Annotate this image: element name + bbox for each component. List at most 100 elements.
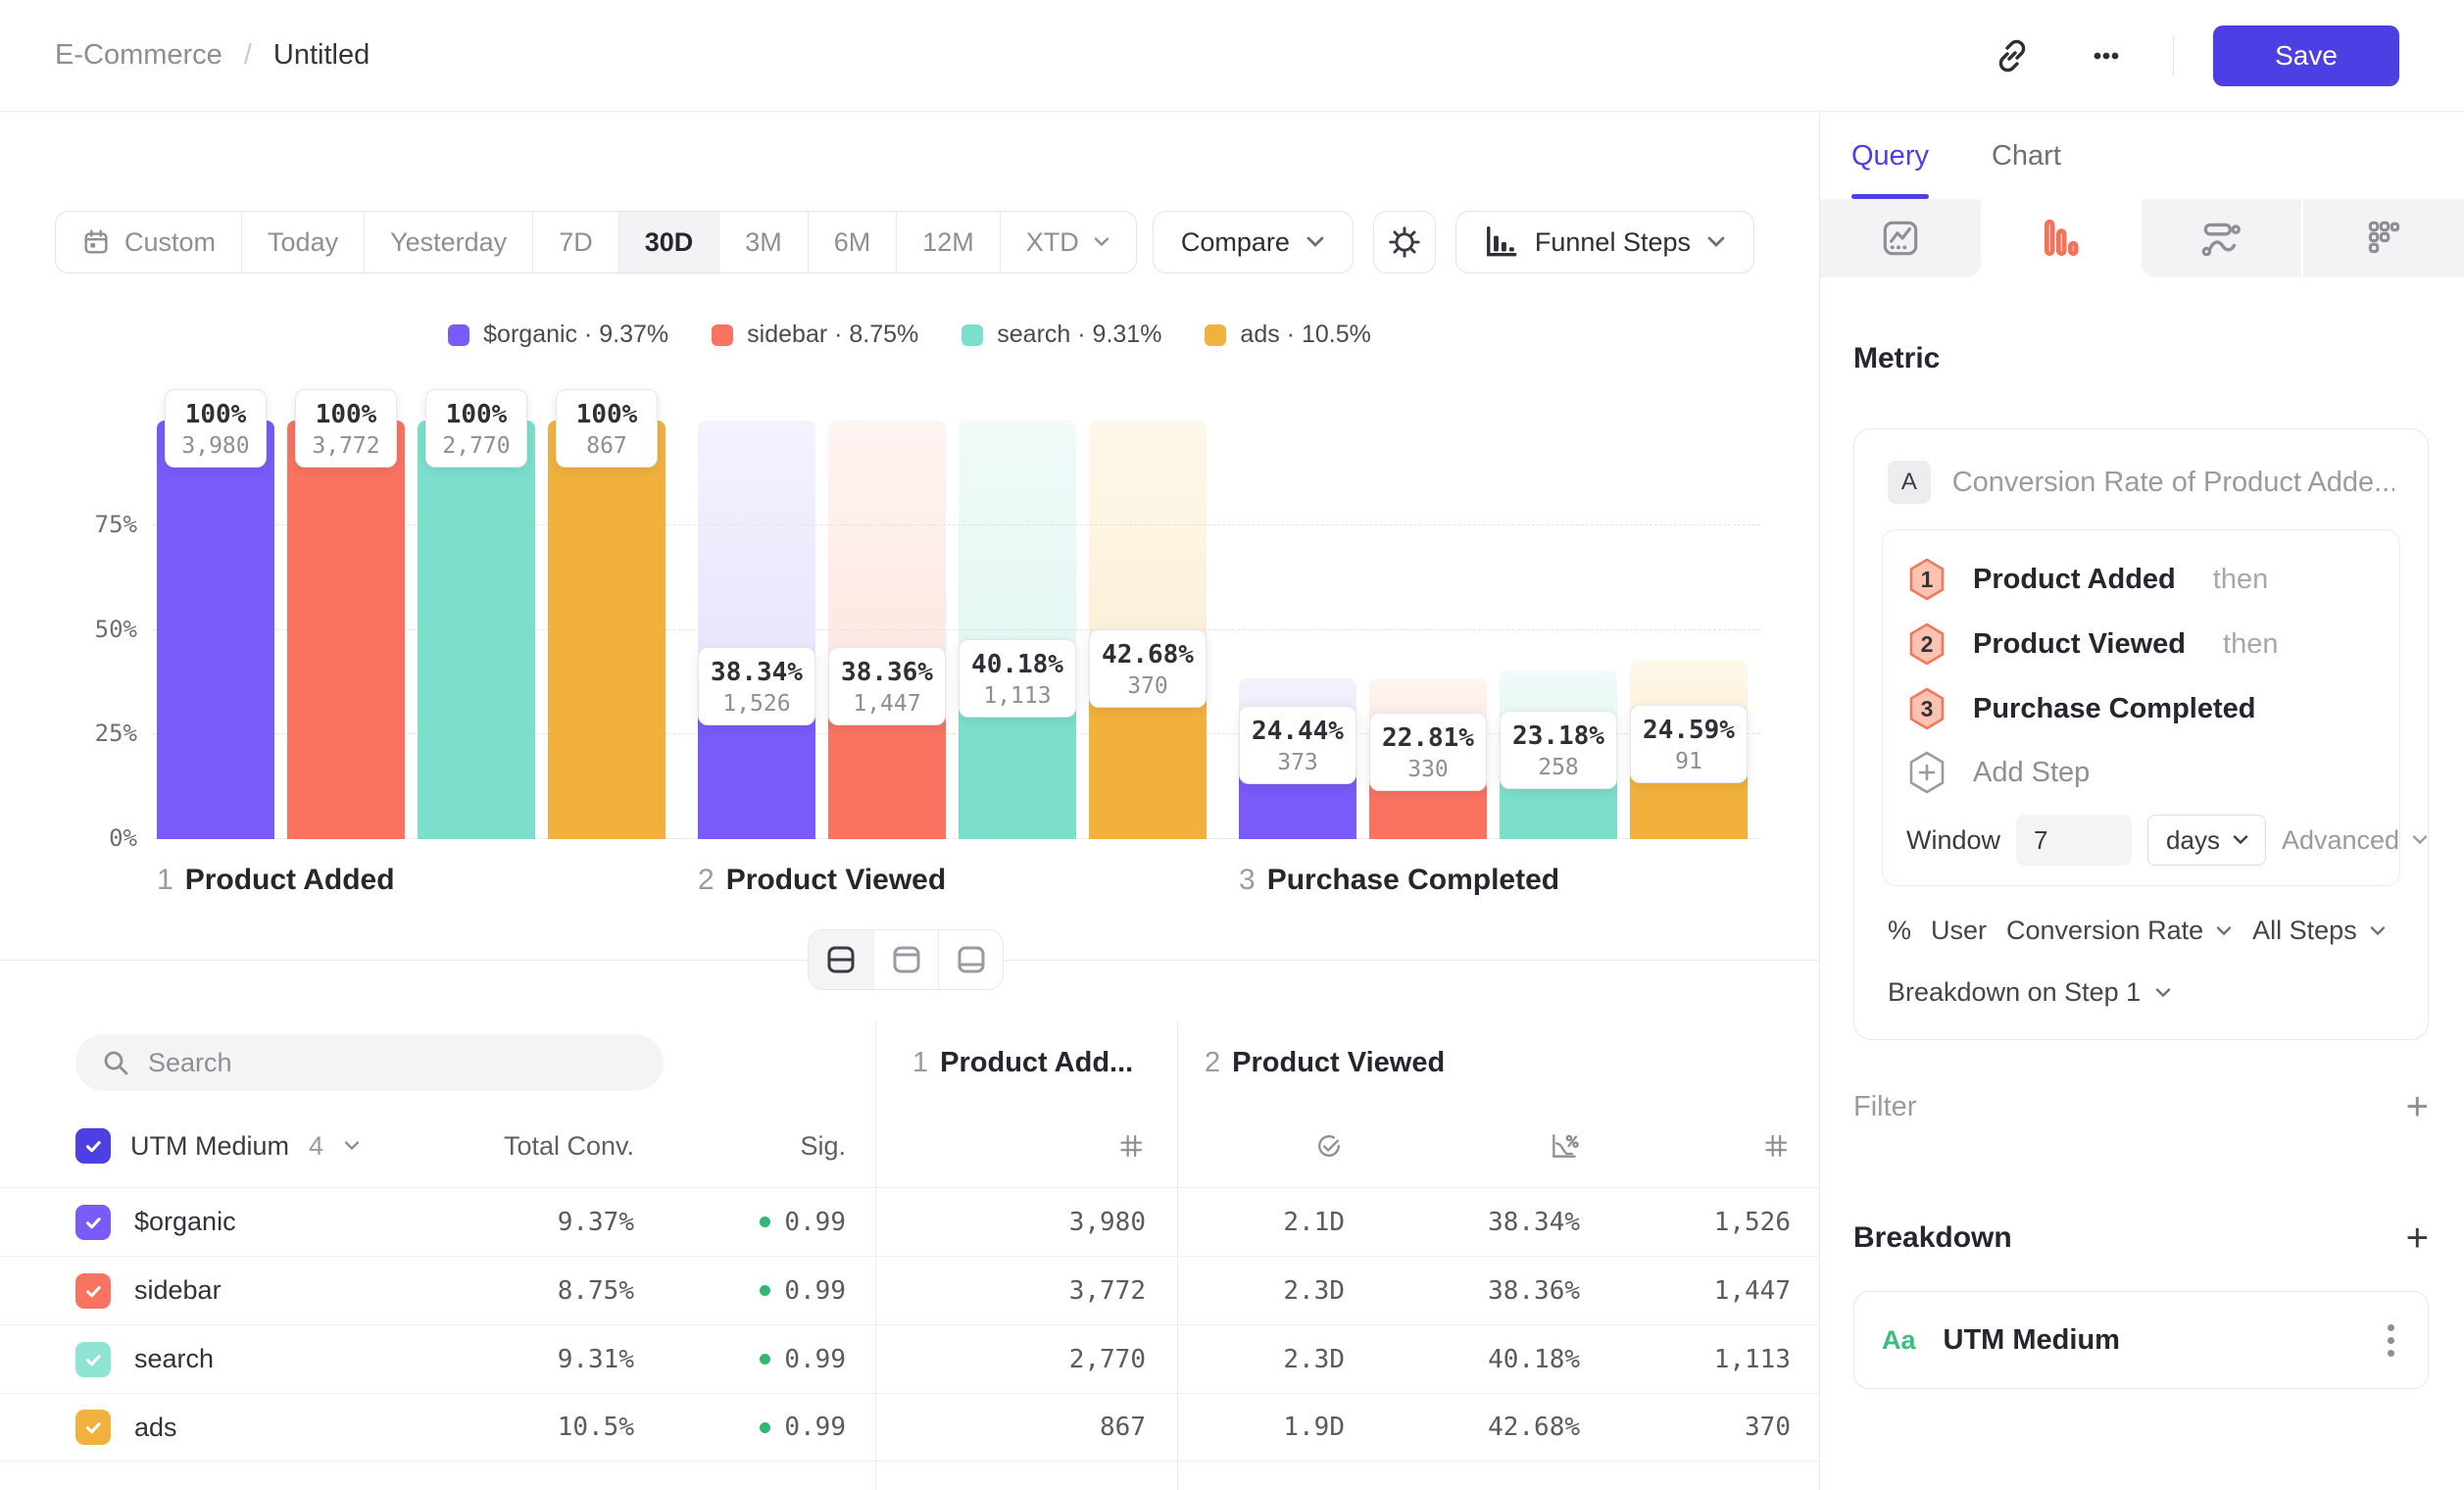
metric-step-3[interactable]: 3Purchase Completed <box>1906 681 2376 736</box>
tab-insights[interactable] <box>1820 199 1981 277</box>
funnel-bar-search-step3[interactable]: 23.18%258 <box>1500 421 1617 839</box>
bar-value-label: 100%867 <box>556 389 658 468</box>
row-checkbox[interactable] <box>75 1410 111 1445</box>
view-toggle-chart-only[interactable] <box>873 930 938 989</box>
range-7d[interactable]: 7D <box>532 212 618 273</box>
breadcrumb-separator: / <box>244 39 252 72</box>
measure-type-select[interactable]: Conversion Rate <box>2006 916 2233 946</box>
column-header-avg-time[interactable] <box>1177 1105 1402 1187</box>
metric-step-2[interactable]: 2Product Viewedthen <box>1906 617 2376 671</box>
chevron-down-icon <box>2369 925 2387 937</box>
toolbar-right: Compare Funnel Steps <box>1153 211 1754 273</box>
more-options-button[interactable] <box>2079 28 2134 83</box>
range-12m[interactable]: 12M <box>896 212 1000 273</box>
breakdown-item-card[interactable]: Aa UTM Medium <box>1853 1291 2429 1389</box>
range-3m[interactable]: 3M <box>718 212 808 273</box>
save-button[interactable]: Save <box>2213 25 2399 86</box>
tab-funnels[interactable] <box>1981 199 2142 277</box>
window-unit-select[interactable]: days <box>2147 815 2266 866</box>
copy-link-button[interactable] <box>1985 28 2040 83</box>
metric-step-label: Product Added <box>1973 564 2176 596</box>
toolbar: CustomTodayYesterday7D30D3M6M12MXTD Comp… <box>0 211 1819 273</box>
legend-item-organic[interactable]: $organic · 9.37% <box>448 321 668 349</box>
breadcrumb-parent[interactable]: E-Commerce <box>55 39 222 72</box>
significance-dot <box>760 1217 770 1227</box>
group-count: 4 <box>309 1131 323 1162</box>
funnel-step-group-2: 38.34%1,52638.36%1,44740.18%1,11342.68%3… <box>698 421 1207 839</box>
bar-conversion-pct: 38.36% <box>841 656 933 689</box>
funnel-bar-organic-step3[interactable]: 24.44%373 <box>1239 421 1356 839</box>
breakdown-item-menu-button[interactable] <box>2382 1318 2400 1363</box>
measure-user[interactable]: User <box>1931 916 1987 946</box>
range-today[interactable]: Today <box>241 212 364 273</box>
gear-icon <box>1386 224 1423 261</box>
row-checkbox[interactable] <box>75 1342 111 1377</box>
window-value-input[interactable] <box>2016 815 2132 866</box>
column-header-conv-rate[interactable] <box>1402 1105 1598 1187</box>
significance-value: 0.99 <box>784 1208 846 1237</box>
step2-count-cell: 370 <box>1598 1393 1819 1462</box>
advanced-toggle[interactable]: Advanced <box>2282 825 2429 856</box>
add-breakdown-button[interactable]: + <box>2406 1218 2429 1258</box>
row-checkbox[interactable] <box>75 1273 111 1309</box>
select-all-checkbox[interactable] <box>75 1128 111 1164</box>
range-xtd[interactable]: XTD <box>1000 212 1136 273</box>
search-input[interactable] <box>148 1048 618 1078</box>
funnel-bar-sidebar-step1[interactable]: 100%3,772 <box>287 421 405 839</box>
advanced-label: Advanced <box>2282 825 2399 856</box>
funnel-steps-icon <box>1484 224 1519 260</box>
funnel-step-group-1: 100%3,980100%3,772100%2,770100%867 <box>157 421 665 839</box>
add-filter-button[interactable]: + <box>2406 1087 2429 1126</box>
funnel-chart: 75%50%25%0%100%3,980100%3,772100%2,77010… <box>157 421 1780 839</box>
range-custom[interactable]: Custom <box>56 212 241 273</box>
tab-query[interactable]: Query <box>1851 113 1929 199</box>
tab-chart[interactable]: Chart <box>1992 113 2061 199</box>
view-toggle-split[interactable] <box>809 930 873 989</box>
funnel-bar-organic-step1[interactable]: 100%3,980 <box>157 421 274 839</box>
legend-item-search[interactable]: search · 9.31% <box>961 321 1161 349</box>
metric-title-row[interactable]: A Conversion Rate of Product Adde... <box>1882 457 2400 508</box>
chevron-down-icon[interactable] <box>343 1140 361 1152</box>
chart-settings-button[interactable] <box>1373 211 1436 273</box>
search-box[interactable] <box>75 1034 664 1091</box>
view-toggle-table-only[interactable] <box>938 930 1003 989</box>
chart-type-button[interactable]: Funnel Steps <box>1455 211 1754 273</box>
check-icon <box>82 1349 104 1370</box>
column-header-total-conv[interactable]: Total Conv. <box>502 1105 640 1187</box>
tab-flows[interactable] <box>2303 199 2464 277</box>
breakdown-on-step-select[interactable]: Breakdown on Step 1 <box>1882 977 2400 1008</box>
metric-step-suffix: then <box>2213 564 2268 596</box>
link-icon <box>1993 36 2032 75</box>
legend-item-ads[interactable]: ads · 10.5% <box>1205 321 1370 349</box>
funnel-bar-organic-step2[interactable]: 38.34%1,526 <box>698 421 815 839</box>
row-checkbox[interactable] <box>75 1205 111 1240</box>
funnel-bar-ads-step2[interactable]: 42.68%370 <box>1089 421 1207 839</box>
table-column-divider <box>1177 1020 1178 1490</box>
measure-scope-select[interactable]: All Steps <box>2252 916 2387 946</box>
funnel-bar-search-step2[interactable]: 40.18%1,113 <box>959 421 1076 839</box>
legend-swatch <box>712 324 733 346</box>
legend-item-sidebar[interactable]: sidebar · 8.75% <box>712 321 918 349</box>
compare-button[interactable]: Compare <box>1153 211 1354 273</box>
column-header-step2-count[interactable] <box>1598 1105 1819 1187</box>
bar-conversion-pct: 40.18% <box>971 648 1063 681</box>
metric-step-label: Purchase Completed <box>1973 693 2255 725</box>
range-yesterday[interactable]: Yesterday <box>364 212 532 273</box>
group-column-label[interactable]: UTM Medium <box>130 1131 289 1162</box>
range-6m[interactable]: 6M <box>808 212 897 273</box>
range-30d[interactable]: 30D <box>618 212 719 273</box>
step1-count-cell: 867 <box>875 1393 1177 1462</box>
funnel-bar-sidebar-step2[interactable]: 38.36%1,447 <box>828 421 946 839</box>
insights-icon <box>1878 216 1923 261</box>
funnel-bar-search-step1[interactable]: 100%2,770 <box>418 421 535 839</box>
column-header-step1-count[interactable] <box>875 1105 1177 1187</box>
column-header-sig[interactable]: Sig. <box>640 1105 875 1187</box>
funnel-bar-ads-step3[interactable]: 24.59%91 <box>1630 421 1748 839</box>
metric-step-1[interactable]: 1Product Addedthen <box>1906 552 2376 607</box>
add-step-button[interactable]: Add Step <box>1906 746 2376 799</box>
page-title[interactable]: Untitled <box>273 39 370 72</box>
funnel-bar-ads-step1[interactable]: 100%867 <box>548 421 665 839</box>
table-step2-header: 2 Product Viewed <box>1177 1020 1819 1105</box>
tab-retention[interactable] <box>2142 199 2304 277</box>
funnel-bar-sidebar-step3[interactable]: 22.81%330 <box>1369 421 1487 839</box>
